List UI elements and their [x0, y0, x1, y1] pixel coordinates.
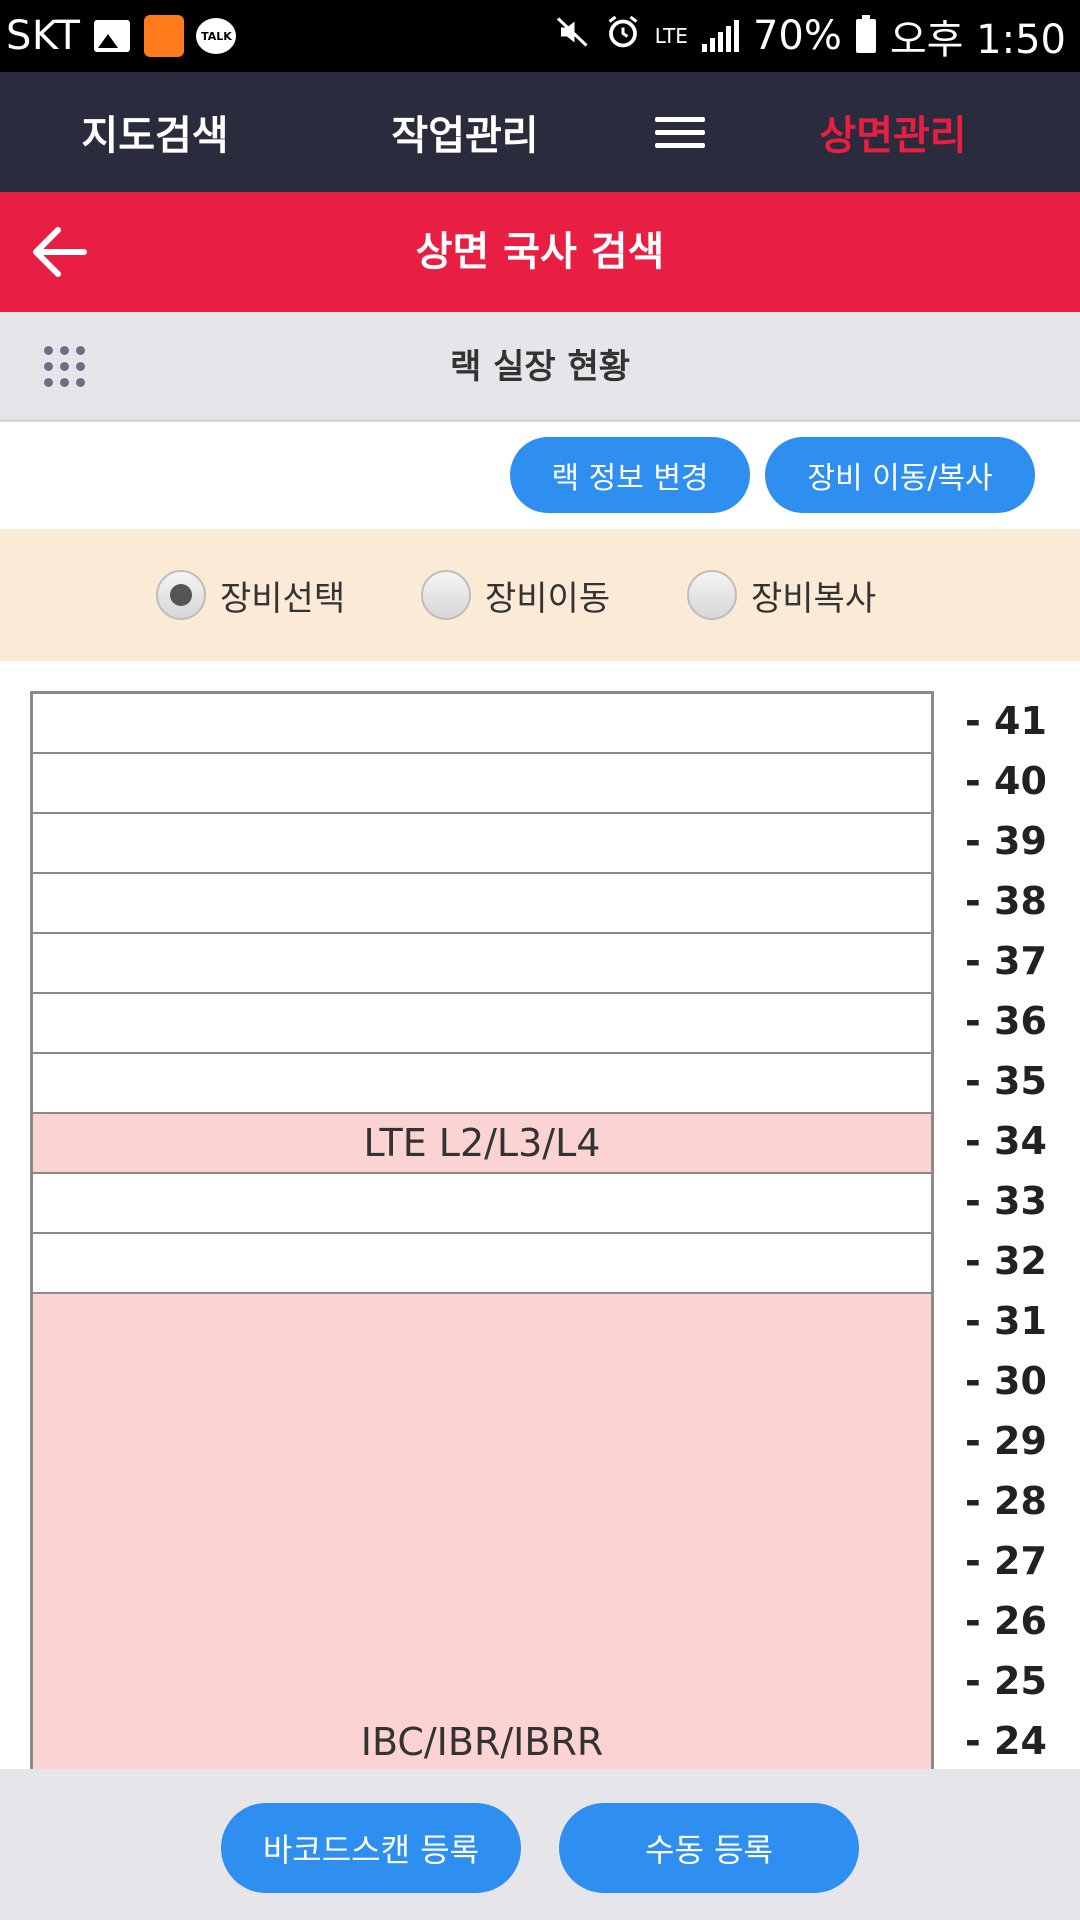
rack-slot-empty[interactable]	[33, 754, 931, 814]
top-nav: 지도검색 작업관리 상면관리	[0, 72, 1080, 192]
radio-move-equipment[interactable]: 장비이동	[421, 563, 610, 627]
rack-slot-empty[interactable]	[33, 994, 931, 1054]
manual-register-button[interactable]: 수동 등록	[559, 1803, 859, 1893]
unit-label: - 29	[965, 1419, 1047, 1463]
hamburger-menu-icon[interactable]	[630, 72, 730, 192]
unit-label: - 24	[965, 1719, 1047, 1763]
unit-label: - 36	[965, 999, 1047, 1043]
unit-label: - 35	[965, 1059, 1047, 1103]
radio-label: 장비선택	[220, 578, 346, 619]
lte-icon: LTE	[654, 24, 688, 48]
equipment-ibc-ibr-ibrr[interactable]: IBC/IBR/IBRR	[33, 1294, 931, 1769]
nav-job-management[interactable]: 작업관리	[350, 72, 580, 192]
rack-slot-empty[interactable]	[33, 814, 931, 874]
rack-diagram: LTE L2/L3/L4 IBC/IBR/IBRR - 41 - 40 - 39…	[0, 661, 1080, 1769]
signal-icon	[701, 20, 739, 52]
unit-label: - 39	[965, 819, 1047, 863]
rack-slot-empty[interactable]	[33, 1054, 931, 1114]
unit-label: - 25	[965, 1659, 1047, 1703]
status-left: SKT TALK	[0, 13, 237, 59]
shopping-app-icon	[144, 15, 185, 57]
radio-unchecked-icon[interactable]	[687, 570, 737, 620]
equipment-move-copy-button[interactable]: 장비 이동/복사	[765, 437, 1035, 513]
gallery-icon	[92, 16, 132, 56]
unit-label: - 31	[965, 1299, 1047, 1343]
rack-slot-empty[interactable]	[33, 934, 931, 994]
radio-select-equipment[interactable]: 장비선택	[156, 563, 345, 627]
unit-label: - 37	[965, 939, 1047, 983]
rack-slot-empty[interactable]	[33, 1234, 931, 1294]
status-right: LTE 70% 오후 1:50	[555, 0, 1066, 72]
rack-slot-empty[interactable]	[33, 694, 931, 754]
unit-label: - 32	[965, 1239, 1047, 1283]
unit-label: - 38	[965, 879, 1047, 923]
status-bar: SKT TALK LTE 70% 오후 1:50	[0, 0, 1080, 72]
bottom-action-bar: 바코드스캔 등록 수동 등록	[0, 1769, 1080, 1920]
alarm-icon	[605, 14, 641, 59]
unit-label: - 40	[965, 759, 1047, 803]
section-title: 랙 실장 현황	[449, 347, 631, 387]
unit-label: - 28	[965, 1479, 1047, 1523]
back-arrow-icon[interactable]	[24, 212, 104, 292]
equipment-label: IBC/IBR/IBRR	[360, 1720, 604, 1764]
title-bar: 상면 국사 검색	[0, 192, 1080, 312]
unit-label: - 26	[965, 1599, 1047, 1643]
page-title: 상면 국사 검색	[415, 229, 665, 275]
unit-label: - 33	[965, 1179, 1047, 1223]
rack-slot-empty[interactable]	[33, 1174, 931, 1234]
rack-frame: LTE L2/L3/L4 IBC/IBR/IBRR	[30, 691, 934, 1769]
nav-floor-management[interactable]: 상면관리	[778, 72, 1008, 192]
action-bar: 랙 정보 변경 장비 이동/복사	[0, 425, 1080, 529]
radio-copy-equipment[interactable]: 장비복사	[687, 563, 876, 627]
mute-icon	[555, 14, 591, 59]
grid-menu-icon[interactable]	[44, 346, 86, 388]
rack-slot-empty[interactable]	[33, 874, 931, 934]
unit-label: - 41	[965, 699, 1047, 743]
radio-checked-icon[interactable]	[156, 570, 206, 620]
unit-label: - 27	[965, 1539, 1047, 1583]
radio-label: 장비복사	[751, 578, 877, 619]
unit-label: - 30	[965, 1359, 1047, 1403]
barcode-scan-register-button[interactable]: 바코드스캔 등록	[221, 1803, 521, 1893]
nav-map-search[interactable]: 지도검색	[40, 72, 270, 192]
sub-header: 랙 실장 현황	[0, 312, 1080, 422]
mode-radio-group: 장비선택 장비이동 장비복사	[0, 529, 1080, 661]
radio-label: 장비이동	[485, 578, 611, 619]
battery-icon	[855, 15, 876, 53]
rack-info-change-button[interactable]: 랙 정보 변경	[510, 437, 750, 513]
carrier-label: SKT	[6, 13, 81, 59]
battery-percent: 70%	[752, 13, 842, 59]
kakaotalk-icon: TALK	[196, 16, 237, 56]
clock: 오후 1:50	[889, 17, 1066, 63]
unit-label: - 34	[965, 1119, 1047, 1163]
radio-unchecked-icon[interactable]	[421, 570, 471, 620]
equipment-lte-l2-l3-l4[interactable]: LTE L2/L3/L4	[33, 1114, 931, 1174]
